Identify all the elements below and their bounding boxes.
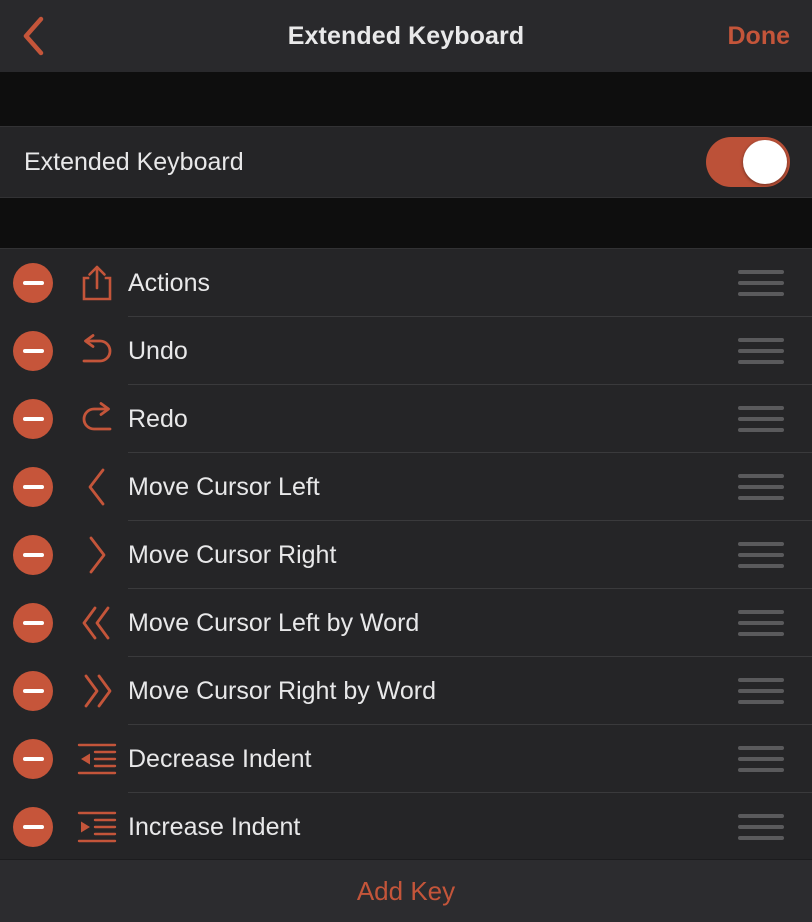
row-content: Move Cursor Right by Word	[128, 657, 812, 725]
table-row[interactable]: Move Cursor Right	[0, 521, 812, 589]
table-row[interactable]: Redo	[0, 385, 812, 453]
row-content: Actions	[128, 249, 812, 317]
reorder-handle-icon[interactable]	[738, 678, 784, 704]
extended-keyboard-switch[interactable]	[706, 137, 790, 187]
key-label: Move Cursor Right by Word	[128, 676, 436, 705]
minus-circle-icon	[13, 671, 53, 711]
key-label: Move Cursor Left by Word	[128, 608, 420, 637]
extended-keyboard-toggle-label: Extended Keyboard	[24, 147, 244, 176]
remove-key-button[interactable]	[0, 467, 66, 507]
reorder-handle-icon[interactable]	[738, 338, 784, 364]
page-title: Extended Keyboard	[287, 21, 525, 50]
remove-key-button[interactable]	[0, 263, 66, 303]
table-row[interactable]: Move Cursor Left	[0, 453, 812, 521]
extended-keyboard-screen: Extended Keyboard Done Extended Keyboard	[0, 0, 812, 922]
reorder-handle-icon[interactable]	[738, 610, 784, 636]
row-content: Increase Indent	[128, 793, 812, 859]
table-row[interactable]: Move Cursor Left by Word	[0, 589, 812, 657]
remove-key-button[interactable]	[0, 331, 66, 371]
done-button[interactable]: Done	[728, 0, 791, 72]
add-key-button[interactable]: Add Key	[0, 859, 812, 922]
key-label: Move Cursor Left	[128, 472, 320, 501]
key-label: Redo	[128, 404, 188, 433]
key-label: Undo	[128, 336, 188, 365]
double-chevron-right-icon	[66, 671, 128, 711]
table-row[interactable]: Move Cursor Right by Word	[0, 657, 812, 725]
reorder-handle-icon[interactable]	[738, 746, 784, 772]
table-row[interactable]: Increase Indent	[0, 793, 812, 859]
double-chevron-left-icon	[66, 603, 128, 643]
minus-circle-icon	[13, 263, 53, 303]
minus-circle-icon	[13, 331, 53, 371]
reorder-handle-icon[interactable]	[738, 814, 784, 840]
row-content: Move Cursor Left	[128, 453, 812, 521]
extended-keyboard-toggle-row[interactable]: Extended Keyboard	[0, 126, 812, 198]
minus-circle-icon	[13, 535, 53, 575]
increase-indent-icon	[66, 810, 128, 844]
spacer-above-toggle	[0, 72, 812, 126]
key-label: Actions	[128, 268, 210, 297]
minus-circle-icon	[13, 807, 53, 847]
navigation-bar: Extended Keyboard Done	[0, 0, 812, 72]
reorder-handle-icon[interactable]	[738, 474, 784, 500]
decrease-indent-icon	[66, 742, 128, 776]
remove-key-button[interactable]	[0, 535, 66, 575]
key-label: Increase Indent	[128, 812, 301, 841]
chevron-left-icon	[20, 15, 46, 57]
table-row[interactable]: Actions	[0, 249, 812, 317]
row-content: Move Cursor Right	[128, 521, 812, 589]
remove-key-button[interactable]	[0, 807, 66, 847]
table-row[interactable]: Decrease Indent	[0, 725, 812, 793]
switch-knob	[743, 140, 787, 184]
remove-key-button[interactable]	[0, 671, 66, 711]
redo-arrow-icon	[66, 402, 128, 436]
add-key-label: Add Key	[356, 875, 456, 906]
row-content: Redo	[128, 385, 812, 453]
row-content: Undo	[128, 317, 812, 385]
chevron-left-icon	[66, 467, 128, 507]
reorder-handle-icon[interactable]	[738, 542, 784, 568]
back-button[interactable]	[0, 0, 66, 72]
reorder-handle-icon[interactable]	[738, 270, 784, 296]
minus-circle-icon	[13, 399, 53, 439]
minus-circle-icon	[13, 603, 53, 643]
remove-key-button[interactable]	[0, 603, 66, 643]
key-label: Decrease Indent	[128, 744, 312, 773]
undo-arrow-icon	[66, 334, 128, 368]
minus-circle-icon	[13, 739, 53, 779]
reorder-handle-icon[interactable]	[738, 406, 784, 432]
minus-circle-icon	[13, 467, 53, 507]
key-list: Actions Undo Redo Move Cursor Left Move …	[0, 248, 812, 859]
row-content: Decrease Indent	[128, 725, 812, 793]
row-content: Move Cursor Left by Word	[128, 589, 812, 657]
chevron-right-icon	[66, 535, 128, 575]
spacer-above-list	[0, 198, 812, 248]
table-row[interactable]: Undo	[0, 317, 812, 385]
share-icon	[66, 264, 128, 302]
key-label: Move Cursor Right	[128, 540, 337, 569]
remove-key-button[interactable]	[0, 399, 66, 439]
remove-key-button[interactable]	[0, 739, 66, 779]
